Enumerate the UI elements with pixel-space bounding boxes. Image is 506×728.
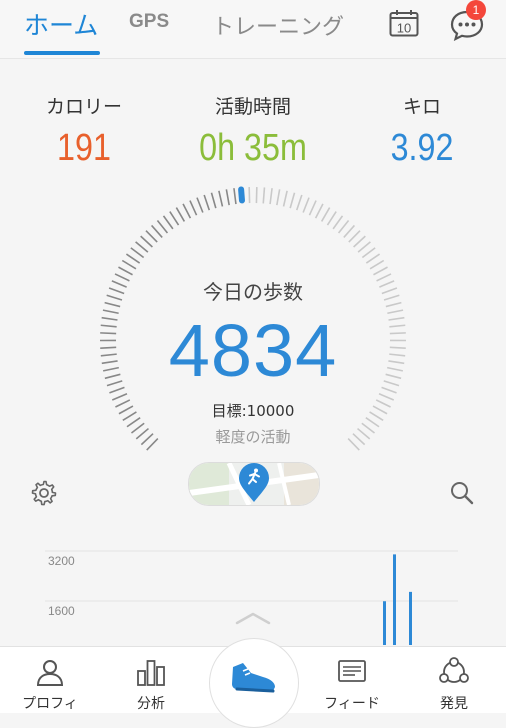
nav-profile-label: プロフィ bbox=[0, 693, 100, 713]
active-time-label: 活動時間 bbox=[180, 92, 326, 119]
nav-analysis[interactable]: 分析 bbox=[101, 647, 201, 713]
y-tick-1600: 1600 bbox=[48, 604, 75, 618]
nav-discover[interactable]: 発見 bbox=[404, 647, 504, 713]
distance-label: キロ bbox=[370, 92, 474, 119]
dial-tick bbox=[309, 201, 316, 216]
dial-tick bbox=[141, 236, 153, 247]
calories-value: 191 bbox=[40, 127, 128, 170]
tab-training[interactable]: トレーニング bbox=[212, 9, 344, 41]
dial-tick bbox=[219, 191, 223, 207]
dial-tick bbox=[327, 212, 336, 225]
nav-discover-label: 発見 bbox=[404, 693, 504, 713]
expand-chevron-icon[interactable] bbox=[234, 610, 272, 626]
distance-stat: キロ 3.92 bbox=[370, 92, 474, 170]
dial-tick bbox=[270, 188, 272, 204]
notification-badge: 1 bbox=[466, 0, 486, 20]
calendar-icon[interactable]: 10 bbox=[389, 9, 419, 37]
search-icon[interactable] bbox=[449, 480, 475, 506]
dial-tick bbox=[152, 225, 163, 237]
shoe-icon bbox=[229, 659, 279, 695]
tab-gps[interactable]: GPS bbox=[129, 11, 169, 33]
dial-tick bbox=[183, 204, 190, 218]
dial-tick bbox=[349, 231, 360, 242]
nav-feed[interactable]: フィード bbox=[302, 647, 402, 713]
dial-tick bbox=[277, 189, 280, 205]
dial-tick bbox=[316, 204, 323, 218]
dial-tick bbox=[211, 193, 215, 208]
dial-tick bbox=[290, 193, 294, 208]
dial-tick bbox=[303, 198, 309, 213]
dial-tick bbox=[146, 231, 157, 242]
dial-tick bbox=[339, 221, 349, 233]
discover-icon bbox=[438, 657, 470, 687]
activity-level: 軽度の活動 bbox=[0, 426, 506, 447]
nav-profile[interactable]: プロフィ bbox=[0, 647, 100, 713]
dial-tick bbox=[204, 195, 209, 210]
dial-tick bbox=[366, 254, 379, 263]
active-time-stat: 活動時間 0h 35m bbox=[180, 92, 326, 170]
dial-tick bbox=[344, 225, 355, 237]
dial-tick bbox=[373, 267, 387, 275]
nav-feed-label: フィード bbox=[302, 693, 402, 713]
today-steps-title: 今日の歩数 bbox=[0, 276, 506, 305]
dial-tick bbox=[322, 208, 330, 222]
chart-bars bbox=[383, 554, 412, 645]
dial-tick bbox=[354, 236, 366, 247]
tab-home[interactable]: ホーム bbox=[24, 6, 98, 42]
dial-tick bbox=[358, 242, 370, 252]
active-tab-indicator bbox=[24, 51, 100, 55]
dial-tick bbox=[284, 191, 288, 207]
dial-tick bbox=[176, 208, 184, 222]
dial-tick bbox=[197, 198, 203, 213]
dial-tick bbox=[131, 248, 144, 258]
calendar-day: 10 bbox=[397, 21, 411, 36]
start-workout-button[interactable] bbox=[209, 638, 299, 728]
dial-tick bbox=[122, 261, 136, 269]
dial-tick bbox=[126, 254, 139, 263]
settings-gear-icon[interactable] bbox=[31, 480, 57, 506]
dial-tick bbox=[362, 248, 375, 258]
dial-tick bbox=[263, 187, 264, 203]
top-tab-bar: ホーム GPS トレーニング 10 1 bbox=[0, 0, 506, 59]
chart-bar bbox=[383, 601, 386, 645]
calories-label: カロリー bbox=[32, 92, 136, 119]
dial-tick bbox=[164, 216, 173, 229]
y-tick-3200: 3200 bbox=[48, 554, 75, 568]
dial-tick bbox=[297, 195, 302, 210]
chart-bar bbox=[409, 592, 412, 645]
calories-stat: カロリー 191 bbox=[32, 92, 136, 170]
dial-tick bbox=[157, 221, 167, 233]
progress-marker bbox=[241, 189, 242, 200]
analysis-icon bbox=[136, 657, 166, 687]
dial-tick bbox=[170, 212, 179, 225]
daily-steps-chart: 3200 1600 bbox=[0, 540, 506, 645]
feed-icon bbox=[337, 657, 367, 687]
dial-tick bbox=[136, 242, 148, 252]
dial-tick bbox=[370, 261, 384, 269]
dial-tick bbox=[190, 201, 197, 216]
step-goal: 目標:10000 bbox=[0, 400, 506, 421]
dial-tick bbox=[118, 267, 132, 275]
distance-value: 3.92 bbox=[378, 127, 466, 170]
dial-tick bbox=[333, 216, 342, 229]
map-thumbnail bbox=[189, 463, 319, 505]
profile-icon bbox=[35, 657, 65, 687]
active-time-value: 0h 35m bbox=[191, 127, 315, 170]
dial-tick bbox=[234, 188, 236, 204]
nav-analysis-label: 分析 bbox=[101, 693, 201, 713]
dial-tick bbox=[226, 189, 229, 205]
step-count: 4834 bbox=[0, 308, 506, 393]
chart-bar bbox=[393, 554, 396, 645]
gps-map-button[interactable] bbox=[188, 462, 320, 506]
